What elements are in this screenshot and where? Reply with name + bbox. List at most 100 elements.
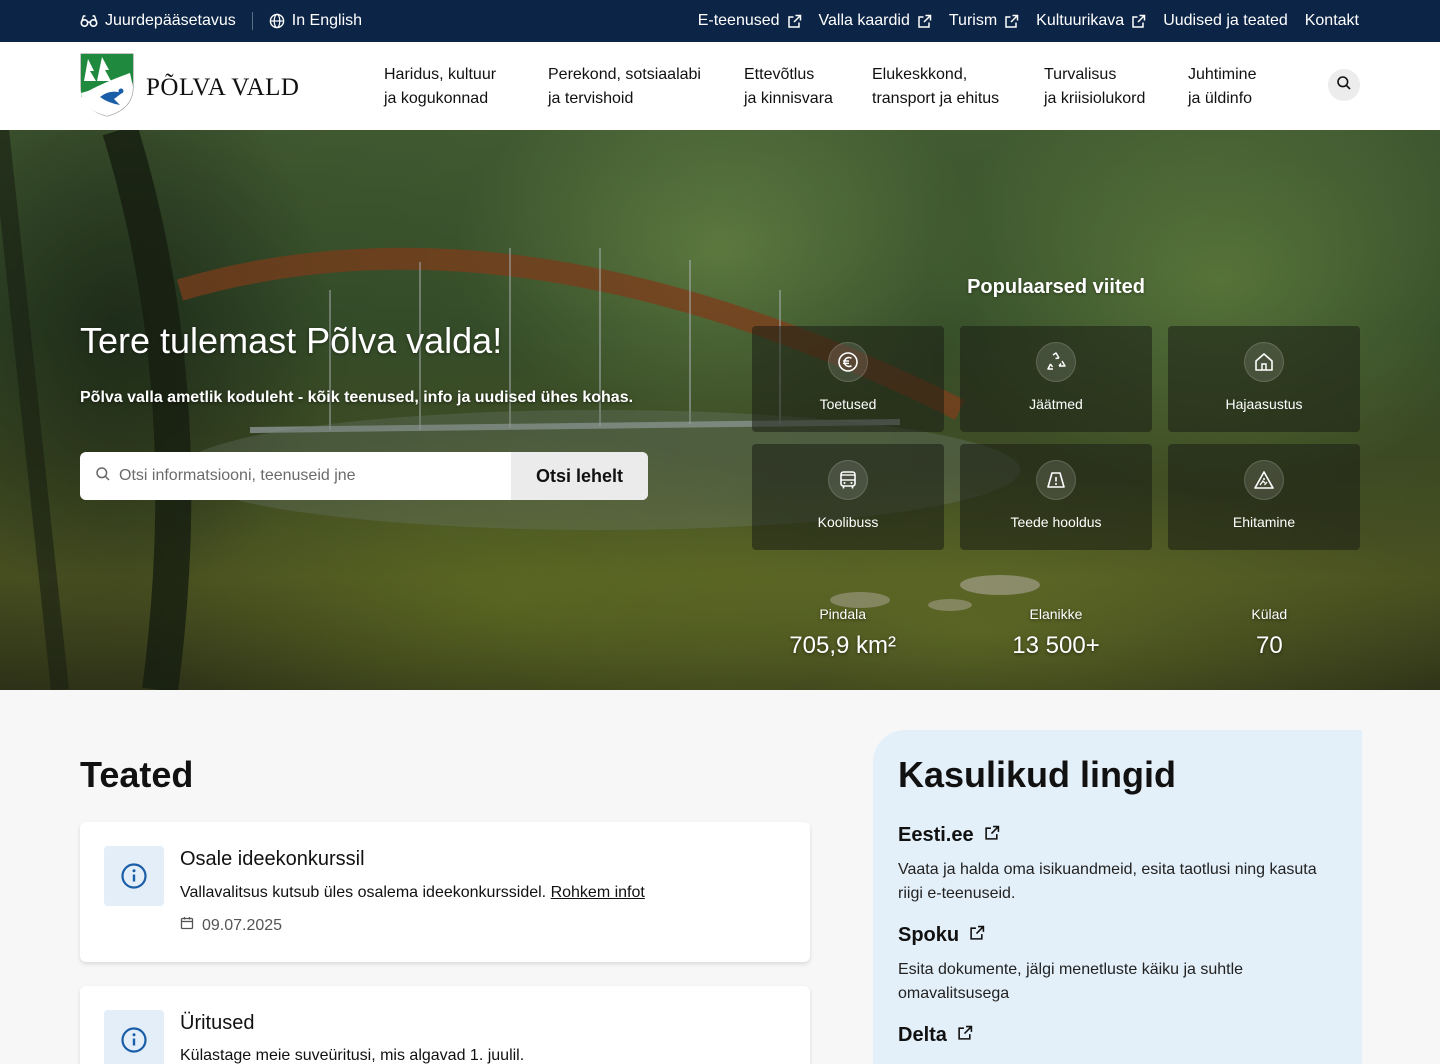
nav-item-turvalisus[interactable]: Turvalisus ja kriisiolukord: [1044, 63, 1188, 111]
topbar-link-uudised[interactable]: Uudised ja teated: [1163, 12, 1288, 30]
topbar-link-label: Uudised ja teated: [1163, 12, 1288, 29]
recycle-icon: [1036, 342, 1076, 382]
nav-item-juhtimine[interactable]: Juhtimine ja üldinfo: [1188, 63, 1288, 111]
popular-link-hajaasustus[interactable]: Hajaasustus: [1168, 326, 1360, 432]
notice-more-link[interactable]: Rohkem infot: [551, 884, 645, 901]
bus-icon: [828, 460, 868, 500]
info-icon: [104, 1010, 164, 1064]
accessibility-label: Juurdepääsetavus: [105, 12, 236, 29]
external-link-icon: [984, 824, 1000, 847]
topbar-link-kontakt[interactable]: Kontakt: [1305, 12, 1359, 30]
notice-date-text: 09.07.2025: [202, 916, 283, 934]
stat-villages: Külad 70: [1163, 606, 1376, 660]
hero-subtitle: Põlva valla ametlik koduleht - kõik teen…: [80, 389, 634, 406]
useful-link-eesti[interactable]: Eesti.ee: [898, 824, 1000, 847]
stat-label: Elanikke: [1029, 606, 1083, 622]
language-label: In English: [291, 12, 363, 29]
external-link-icon: [957, 1024, 973, 1047]
main-header: PÕLVA VALD Haridus, kultuur ja kogukonnad…: [0, 42, 1440, 130]
notices-title: Teated: [80, 754, 194, 795]
nav-item-line: Ettevõtlus: [744, 66, 815, 83]
search-submit-button[interactable]: Otsi lehelt: [511, 452, 648, 500]
stat-label: Pindala: [819, 606, 867, 622]
external-link-icon: [787, 14, 802, 29]
nav-item-line: ja tervishoid: [548, 90, 634, 107]
nav-item-elukeskkond[interactable]: Elukeskkond, transport ja ehitus: [872, 63, 1044, 111]
external-link-icon: [1004, 14, 1019, 29]
construction-icon: [1244, 460, 1284, 500]
municipality-stats: Pindala 705,9 km² Elanikke 13 500+ Külad…: [736, 606, 1376, 660]
external-link-icon: [969, 924, 985, 947]
useful-link-label: Spoku: [898, 924, 960, 946]
nav-item-haridus[interactable]: Haridus, kultuur ja kogukonnad: [384, 63, 548, 111]
notice-body: Vallavalitsus kutsub üles osalema ideeko…: [180, 884, 547, 901]
useful-links-panel: Kasulikud lingid Eesti.ee Vaata ja halda…: [873, 730, 1362, 1064]
popular-link-toetused[interactable]: Toetused: [752, 326, 944, 432]
nav-item-ettevotlus[interactable]: Ettevõtlus ja kinnisvara: [744, 63, 872, 111]
stat-label: Külad: [1251, 606, 1288, 622]
popular-link-label: Hajaasustus: [1225, 396, 1303, 412]
euro-icon: [828, 342, 868, 382]
search-field[interactable]: [80, 452, 511, 500]
topbar-link-kultuurikava[interactable]: Kultuurikava: [1036, 12, 1146, 30]
topbar-link-label: Turism: [948, 12, 998, 29]
stat-value: 70: [1255, 632, 1283, 659]
popular-link-label: Koolibuss: [817, 514, 879, 530]
useful-link-label: Eesti.ee: [898, 824, 974, 846]
notice-body: Külastage meie suveüritusi, mis algavad …: [180, 1047, 525, 1064]
search-input[interactable]: [119, 467, 499, 485]
stat-population: Elanikke 13 500+: [949, 606, 1162, 660]
notice-text: Külastage meie suveüritusi, mis algavad …: [180, 1047, 524, 1064]
coat-of-arms-icon: [80, 53, 134, 122]
popular-links-grid: Toetused Jäätmed Hajaasustus Koolibuss T…: [752, 326, 1360, 550]
search-icon: [1336, 75, 1352, 96]
nav-item-line: ja kinnisvara: [744, 90, 833, 107]
nav-item-line: Perekond, sotsiaalabi: [548, 66, 701, 83]
notice-card: Üritused Külastage meie suveüritusi, mis…: [80, 986, 810, 1064]
info-icon: [104, 846, 164, 906]
header-search-button[interactable]: [1328, 69, 1360, 101]
globe-icon: [269, 13, 285, 29]
notice-text: Vallavalitsus kutsub üles osalema ideeko…: [180, 884, 645, 902]
calendar-icon: [180, 916, 194, 935]
house-icon: [1244, 342, 1284, 382]
topbar-link-turism[interactable]: Turism: [949, 12, 1019, 30]
topbar-link-e-teenused[interactable]: E-teenused: [698, 12, 802, 30]
main-nav: Haridus, kultuur ja kogukonnad Perekond, …: [384, 63, 1288, 111]
notice-title: Osale ideekonkurssil: [180, 848, 365, 870]
useful-link-label: Delta: [898, 1024, 947, 1046]
nav-item-line: transport ja ehitus: [872, 90, 1000, 107]
popular-link-jaatmed[interactable]: Jäätmed: [960, 326, 1152, 432]
nav-item-line: ja üldinfo: [1188, 90, 1253, 107]
external-link-icon: [917, 14, 932, 29]
popular-links-title: Populaarsed viited: [967, 276, 1145, 298]
nav-item-line: Haridus, kultuur: [384, 66, 497, 83]
logo-text: PÕLVA VALD: [146, 73, 300, 101]
notice-card: Osale ideekonkurssil Vallavalitsus kutsu…: [80, 822, 810, 962]
notice-title: Üritused: [180, 1012, 255, 1034]
language-link[interactable]: In English: [269, 12, 362, 30]
search-icon: [95, 466, 111, 487]
useful-link-description: Vaata ja halda oma isikuandmeid, esita t…: [898, 861, 1317, 902]
popular-link-koolibuss[interactable]: Koolibuss: [752, 444, 944, 550]
stat-value: 705,9 km²: [789, 632, 897, 659]
nav-item-line: Elukeskkond,: [872, 66, 968, 83]
popular-link-label: Toetused: [819, 396, 877, 412]
topbar-link-valla-kaardid[interactable]: Valla kaardid: [819, 12, 932, 30]
popular-link-ehitamine[interactable]: Ehitamine: [1168, 444, 1360, 550]
nav-item-line: Turvalisus: [1044, 66, 1117, 83]
topbar-link-label: Kultuurikava: [1036, 12, 1125, 29]
stat-area: Pindala 705,9 km²: [736, 606, 949, 660]
nav-item-line: ja kriisiolukord: [1044, 90, 1146, 107]
useful-link-spoku[interactable]: Spoku: [898, 924, 985, 947]
accessibility-link[interactable]: Juurdepääsetavus: [80, 12, 236, 30]
popular-link-label: Jäätmed: [1029, 396, 1083, 412]
nav-item-perekond[interactable]: Perekond, sotsiaalabi ja tervishoid: [548, 63, 744, 111]
stat-value: 13 500+: [1012, 632, 1100, 659]
site-search: Otsi lehelt: [80, 452, 648, 500]
nav-item-line: Juhtimine: [1188, 66, 1257, 83]
useful-link-delta[interactable]: Delta: [898, 1024, 973, 1047]
popular-link-teede-hooldus[interactable]: Teede hooldus: [960, 444, 1152, 550]
topbar-link-label: Valla kaardid: [818, 12, 910, 29]
logo[interactable]: PÕLVA VALD: [80, 53, 299, 122]
